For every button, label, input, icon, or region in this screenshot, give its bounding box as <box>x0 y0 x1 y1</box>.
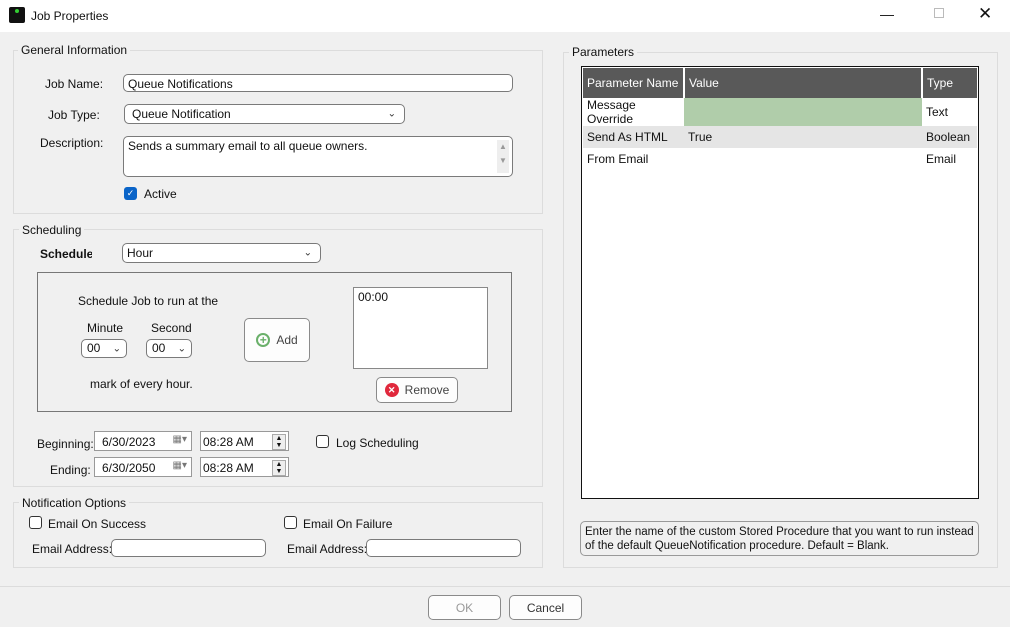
second-value: 00 <box>152 341 166 355</box>
remove-label: Remove <box>404 383 450 397</box>
column-header-value[interactable]: Value <box>684 68 923 98</box>
email-on-failure-label: Email On Failure <box>303 517 393 531</box>
beginning-date-picker[interactable]: 6/30/2023 ▦▾ <box>94 431 192 451</box>
parameters-grid[interactable]: Parameter Name Value Type Message Overri… <box>581 66 979 499</box>
description-textarea[interactable]: Sends a summary email to all queue owner… <box>123 136 513 177</box>
email-on-success-label: Email On Success <box>48 517 147 531</box>
param-type: Boolean <box>926 130 971 144</box>
cancel-button[interactable]: Cancel <box>509 595 582 620</box>
param-name: Message Override <box>587 98 636 126</box>
ending-time-value: 08:28 AM <box>203 461 254 475</box>
param-name: Send As HTML <box>587 130 668 144</box>
beginning-time-value: 08:28 AM <box>203 435 254 449</box>
remove-button[interactable]: ✕ Remove <box>376 377 458 403</box>
description-text: Sends a summary email to all queue owner… <box>128 139 368 153</box>
param-value[interactable] <box>684 148 922 170</box>
maximize-button[interactable] <box>934 8 944 18</box>
run-at-text: Schedule Job to run at the <box>78 294 219 308</box>
textarea-scrollbar[interactable]: ▲ ▼ <box>497 140 509 173</box>
parameter-hint: Enter the name of the custom Stored Proc… <box>580 521 979 556</box>
ending-date-picker[interactable]: 6/30/2050 ▦▾ <box>94 457 192 477</box>
chevron-down-icon: ⌄ <box>303 247 312 259</box>
chevron-down-icon: ⌄ <box>112 343 121 354</box>
beginning-date-value: 6/30/2023 <box>102 435 156 449</box>
ok-button[interactable]: OK <box>428 595 501 620</box>
email-address-label: Email Address: <box>287 542 368 556</box>
spinner-icon[interactable]: ▲ ▼ <box>272 460 286 476</box>
plus-circle-icon: + <box>256 333 271 347</box>
table-row[interactable]: Message Override Text <box>583 98 977 126</box>
notification-group <box>13 502 543 568</box>
active-label: Active <box>144 187 177 201</box>
ending-time-picker[interactable]: 08:28 AM ▲ ▼ <box>200 457 289 477</box>
column-header-name[interactable]: Parameter Name <box>583 68 685 98</box>
email-on-success-checkbox[interactable] <box>29 516 42 529</box>
log-scheduling-label: Log Scheduling <box>336 436 419 450</box>
parameters-legend: Parameters <box>569 45 638 59</box>
notification-legend: Notification Options <box>19 496 130 510</box>
active-checkbox[interactable]: ✓ <box>124 187 137 200</box>
param-value[interactable] <box>684 98 922 126</box>
log-scheduling-checkbox[interactable] <box>316 435 329 448</box>
ending-date-value: 6/30/2050 <box>102 461 156 475</box>
scheduling-legend: Scheduling <box>19 223 85 237</box>
beginning-label: Beginning: <box>37 437 94 451</box>
second-select[interactable]: 00 ⌄ <box>146 339 192 358</box>
failure-email-input[interactable] <box>366 539 521 557</box>
calendar-icon: ▦▾ <box>172 460 187 471</box>
remove-x-icon: ✕ <box>384 383 399 397</box>
job-type-select[interactable]: Queue Notification ⌄ <box>124 104 405 124</box>
app-logo-icon <box>9 7 25 23</box>
minute-label: Minute <box>87 321 124 335</box>
email-address-label: Email Address: <box>32 542 113 556</box>
success-email-input[interactable] <box>111 539 266 557</box>
param-type: Email <box>926 152 957 166</box>
spinner-icon[interactable]: ▲ ▼ <box>272 434 286 450</box>
table-row[interactable]: From Email Email <box>583 148 977 170</box>
minute-select[interactable]: 00 ⌄ <box>81 339 127 358</box>
add-button[interactable]: + Add <box>244 318 310 362</box>
description-label: Description: <box>40 136 104 150</box>
close-button[interactable]: ✕ <box>978 4 992 24</box>
second-label: Second <box>151 321 192 335</box>
grid-header: Parameter Name Value Type <box>583 68 977 98</box>
title-bar: Job Properties — ✕ <box>0 0 1010 32</box>
param-name: From Email <box>587 152 649 166</box>
param-value[interactable]: True <box>684 126 922 148</box>
chevron-down-icon: ⌄ <box>177 343 186 354</box>
times-list[interactable]: 00:00 <box>353 287 488 369</box>
calendar-icon: ▦▾ <box>172 434 187 445</box>
column-header-type[interactable]: Type <box>922 68 977 98</box>
general-info-legend: General Information <box>18 43 131 57</box>
minimize-button[interactable]: — <box>880 6 894 22</box>
beginning-time-picker[interactable]: 08:28 AM ▲ ▼ <box>200 431 289 451</box>
window-title: Job Properties <box>31 9 109 23</box>
email-on-failure-checkbox[interactable] <box>284 516 297 529</box>
mark-text: mark of every hour. <box>90 377 193 391</box>
schedule-select[interactable]: Hour ⌄ <box>122 243 321 263</box>
chevron-down-icon: ⌄ <box>387 108 396 120</box>
job-name-input[interactable]: Queue Notifications <box>123 74 513 92</box>
times-list-item[interactable]: 00:00 <box>358 290 483 304</box>
table-row[interactable]: Send As HTML True Boolean <box>583 126 977 148</box>
ending-label: Ending: <box>50 463 91 477</box>
add-label: Add <box>276 333 298 347</box>
minute-value: 00 <box>87 341 101 355</box>
job-type-value: Queue Notification <box>132 107 231 121</box>
job-type-label: Job Type: <box>48 108 100 122</box>
param-type: Text <box>926 105 949 119</box>
schedule-value: Hour <box>127 246 154 260</box>
job-name-label: Job Name: <box>45 77 104 91</box>
footer-divider <box>0 586 1010 587</box>
schedule-label: Schedule <box>40 247 92 261</box>
